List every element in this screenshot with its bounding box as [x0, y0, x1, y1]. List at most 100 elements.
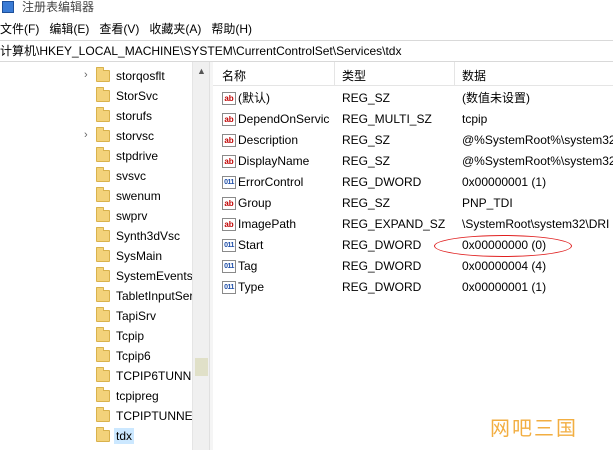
registry-value-row[interactable]: ab (默认) REG_SZ (数值未设置)	[213, 88, 613, 109]
tree-item[interactable]: TCPIP6TUNNEL	[0, 366, 207, 386]
folder-icon	[96, 307, 110, 322]
value-name: ErrorControl	[238, 175, 304, 189]
value-type: REG_SZ	[342, 196, 391, 210]
column-header-name[interactable]: 名称	[222, 67, 246, 84]
folder-icon	[96, 147, 110, 162]
registry-tree: › storqosflt StorSvc storufs › storvsc stpdriv…	[0, 62, 207, 450]
registry-value-row[interactable]: ab ImagePath REG_EXPAND_SZ \SystemRoot\syst…	[213, 214, 613, 235]
tree-item[interactable]: Tcpip	[0, 326, 207, 346]
regedit-app-icon	[2, 1, 14, 13]
value-name: Description	[238, 133, 299, 147]
tree-item-label: TCPIPTUNNEL	[116, 409, 200, 423]
value-data: 0x00000001 (1)	[462, 175, 547, 189]
expand-chevron-icon[interactable]: ›	[84, 69, 88, 81]
menu-item-0[interactable]: 文件(F)	[0, 18, 47, 40]
folder-icon	[96, 347, 110, 362]
registry-value-row[interactable]: ab DisplayName REG_SZ @%SystemRoot%\system3…	[213, 151, 613, 172]
reg-binary-value-icon: 011	[222, 281, 236, 294]
values-list-header: 名称 类型 数据	[213, 62, 613, 86]
tree-item-label: Tcpip6	[116, 349, 151, 363]
value-name: (默认)	[238, 91, 270, 105]
folder-icon	[96, 187, 110, 202]
registry-value-row[interactable]: ab DependOnService REG_MULTI_SZ tcpip	[213, 109, 613, 130]
red-highlight-ellipse	[434, 235, 572, 257]
tree-item[interactable]: StorSvc	[0, 86, 207, 106]
reg-string-value-icon: ab	[222, 218, 236, 231]
column-header-data[interactable]: 数据	[462, 67, 486, 84]
column-header-type[interactable]: 类型	[342, 67, 366, 84]
tree-item[interactable]: SystemEventsBroker	[0, 266, 207, 286]
tree-item[interactable]: Tcpip6	[0, 346, 207, 366]
folder-icon	[96, 67, 110, 82]
column-separator[interactable]	[334, 62, 335, 86]
watermark-logo: 网吧三国	[490, 416, 578, 440]
tree-item[interactable]: TabletInputService	[0, 286, 207, 306]
value-type: REG_DWORD	[342, 238, 422, 252]
registry-value-row[interactable]: 011 Tag REG_DWORD 0x00000004 (4)	[213, 256, 613, 277]
folder-icon	[96, 387, 110, 402]
tree-item[interactable]: › storqosflt	[0, 66, 207, 86]
tree-item[interactable]: stpdrive	[0, 146, 207, 166]
folder-icon	[96, 407, 110, 422]
value-type: REG_DWORD	[342, 259, 422, 273]
tree-item[interactable]: TapiSrv	[0, 306, 207, 326]
registry-value-row[interactable]: ab Group REG_SZ PNP_TDI	[213, 193, 613, 214]
tree-item-label: tdx	[114, 428, 135, 444]
value-data: tcpip	[462, 112, 488, 126]
column-separator[interactable]	[454, 62, 455, 86]
folder-icon	[96, 327, 110, 342]
value-type: REG_DWORD	[342, 280, 422, 294]
value-data: @%SystemRoot%\system32	[462, 133, 613, 147]
menu-item-3[interactable]: 收藏夹(A)	[147, 18, 209, 40]
value-data: 0x00000001 (1)	[462, 280, 547, 294]
menu-item-2[interactable]: 查看(V)	[97, 18, 147, 40]
value-name: Start	[238, 238, 264, 252]
tree-item[interactable]: SysMain	[0, 246, 207, 266]
value-name: DisplayName	[238, 154, 310, 168]
value-data: \SystemRoot\system32\DRI	[462, 217, 610, 231]
reg-string-value-icon: ab	[222, 197, 236, 210]
reg-string-value-icon: ab	[222, 134, 236, 147]
tree-item[interactable]: tdx	[0, 426, 207, 446]
reg-binary-value-icon: 011	[222, 239, 236, 252]
tree-item[interactable]: › storvsc	[0, 126, 207, 146]
value-type: REG_SZ	[342, 154, 391, 168]
registry-value-row[interactable]: ab Description REG_SZ @%SystemRoot%\system3…	[213, 130, 613, 151]
menu-bar: 文件(F) 编辑(E) 查看(V) 收藏夹(A) 帮助(H)	[0, 18, 613, 40]
registry-value-row[interactable]: 011 Type REG_DWORD 0x00000001 (1)	[213, 277, 613, 298]
scrollbar-thumb[interactable]	[195, 358, 208, 376]
value-name: ImagePath	[238, 217, 297, 231]
tree-item[interactable]: swenum	[0, 186, 207, 206]
registry-value-row[interactable]: 011 ErrorControl REG_DWORD 0x00000001 (1)	[213, 172, 613, 193]
folder-icon	[96, 247, 110, 262]
tree-item-label: storufs	[116, 109, 153, 123]
tree-item[interactable]: svsvc	[0, 166, 207, 186]
reg-string-value-icon: ab	[222, 155, 236, 168]
tree-vertical-scrollbar[interactable]: ▲	[192, 62, 209, 450]
window-title: 注册表编辑器	[22, 0, 95, 14]
scroll-up-arrow-icon[interactable]: ▲	[197, 66, 206, 76]
tree-item-label: TapiSrv	[116, 309, 157, 323]
value-type: REG_SZ	[342, 133, 391, 147]
folder-icon	[96, 427, 110, 442]
tree-item[interactable]: storufs	[0, 106, 207, 126]
tree-item[interactable]: TCPIPTUNNEL	[0, 406, 207, 426]
tree-item[interactable]: tcpipreg	[0, 386, 207, 406]
value-name: Group	[238, 196, 272, 210]
tree-item-label: Tcpip	[116, 329, 145, 343]
tree-item[interactable]: swprv	[0, 206, 207, 226]
tree-item-label: storqosflt	[116, 69, 165, 83]
values-list: 名称 类型 数据 ab (默认) REG_SZ (数值未设置) ab DependOnSe…	[213, 62, 613, 450]
tree-item[interactable]: Synth3dVsc	[0, 226, 207, 246]
tree-item-label: storvsc	[116, 129, 155, 143]
reg-string-value-icon: ab	[222, 92, 236, 105]
tree-item-label: swenum	[116, 189, 161, 203]
value-type: REG_DWORD	[342, 175, 422, 189]
folder-icon	[96, 107, 110, 122]
folder-icon	[96, 87, 110, 102]
folder-icon	[96, 287, 110, 302]
menu-item-4[interactable]: 帮助(H)	[209, 18, 260, 40]
expand-chevron-icon[interactable]: ›	[84, 129, 88, 141]
menu-item-1[interactable]: 编辑(E)	[47, 18, 97, 40]
address-bar[interactable]: 计算机\HKEY_LOCAL_MACHINE\SYSTEM\CurrentCon…	[0, 40, 613, 62]
